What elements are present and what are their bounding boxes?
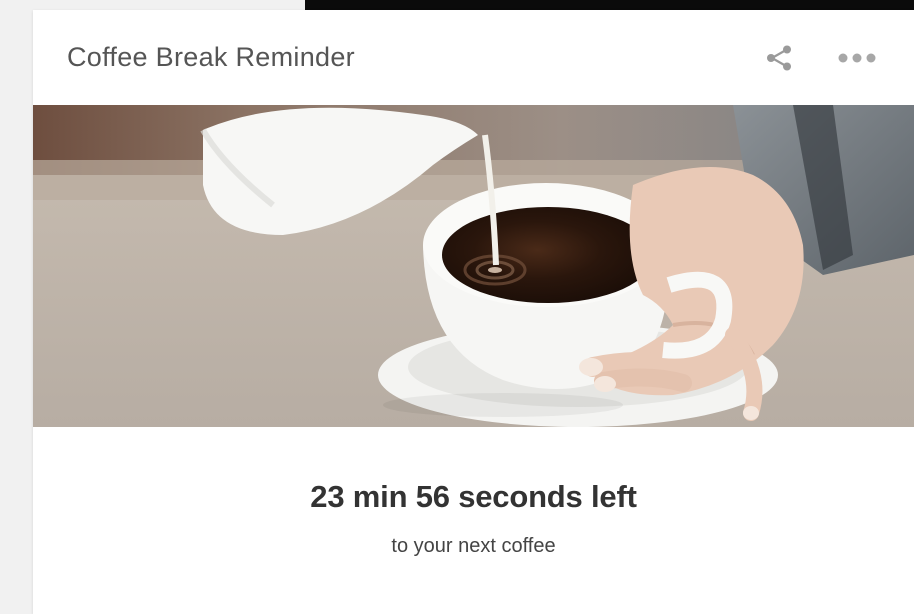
share-button[interactable] [764, 43, 794, 73]
countdown-text: 23 min 56 seconds left [310, 479, 637, 514]
card-body: 23 min 56 seconds left to your next coff… [33, 427, 914, 558]
background-window-strip [305, 0, 914, 10]
coffee-hero-image [33, 105, 914, 427]
header-actions [764, 43, 878, 73]
more-options-button[interactable] [836, 51, 878, 65]
countdown-subtitle: to your next coffee [391, 535, 556, 557]
coffee-reminder-card: Coffee Break Reminder 23 min 56 seconds … [33, 10, 914, 614]
more-options-icon [838, 53, 876, 62]
card-header: Coffee Break Reminder [33, 10, 914, 105]
card-title: Coffee Break Reminder [67, 42, 355, 72]
share-icon [767, 45, 791, 70]
